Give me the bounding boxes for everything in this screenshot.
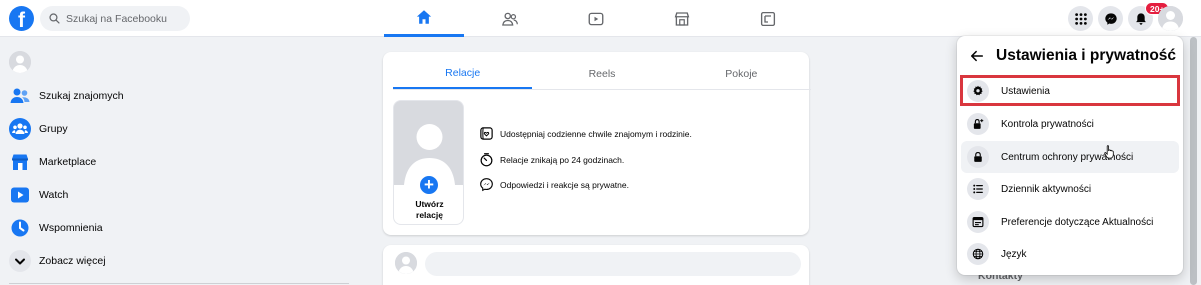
hand-cursor-icon xyxy=(1104,145,1114,159)
marketplace-icon xyxy=(674,11,690,26)
friends-icon xyxy=(9,85,31,107)
timer-icon xyxy=(480,153,493,167)
feature-text: Relacje znikają po 24 godzinach. xyxy=(500,154,625,165)
nav-tab-gaming[interactable] xyxy=(728,0,808,37)
stories-tabs: Relacje Reels Pokoje xyxy=(393,58,811,90)
messenger-icon xyxy=(480,178,493,192)
sidebar-item-label: Marketplace xyxy=(39,156,97,168)
account-avatar[interactable] xyxy=(1158,6,1183,31)
create-story-label: Utwórz relację xyxy=(415,199,444,220)
left-sidebar: Szukaj znajomych Grupy Marketplace Watch… xyxy=(0,37,380,285)
story-placeholder-image xyxy=(394,101,463,185)
sidebar-item-watch[interactable]: Watch xyxy=(9,181,68,209)
story-feature-2: Relacje znikają po 24 godzinach. xyxy=(479,152,624,167)
story-feature-3: Odpowiedzi i reakcje są prywatne. xyxy=(479,177,629,192)
menu-item-privacy-checkup[interactable]: Kontrola prywatności xyxy=(961,108,1179,140)
sidebar-item-groups[interactable]: Grupy xyxy=(9,115,68,143)
top-navigation-bar: f 20+ xyxy=(0,0,1201,37)
profile-avatar[interactable] xyxy=(9,51,31,73)
messenger-button[interactable] xyxy=(1098,6,1123,31)
sidebar-item-see-more[interactable]: Zobacz więcej xyxy=(9,247,106,275)
list-icon xyxy=(967,178,989,200)
scrollbar-thumb[interactable] xyxy=(1190,37,1197,285)
feed-icon xyxy=(967,211,989,233)
marketplace-icon xyxy=(9,151,31,173)
story-feature-1: Udostępniaj codzienne chwile znajomym i … xyxy=(479,126,692,141)
menu-button[interactable] xyxy=(1068,6,1093,31)
messenger-icon xyxy=(1104,12,1117,25)
sidebar-item-label: Grupy xyxy=(39,123,68,135)
create-story-card[interactable]: + Utwórz relację xyxy=(393,100,464,225)
search-input[interactable] xyxy=(66,12,186,25)
menu-item-language[interactable]: Język xyxy=(961,238,1179,270)
add-story-button[interactable]: + xyxy=(418,174,440,196)
home-icon xyxy=(416,10,432,24)
search-icon xyxy=(49,13,60,24)
menu-item-label: Dziennik aktywności xyxy=(1001,183,1092,195)
tab-reels[interactable]: Reels xyxy=(532,58,671,89)
sidebar-item-label: Szukaj znajomych xyxy=(39,90,124,102)
sidebar-item-label: Watch xyxy=(39,189,69,201)
bell-icon xyxy=(1135,12,1146,25)
nav-tab-home[interactable] xyxy=(384,0,464,37)
tab-rooms[interactable]: Pokoje xyxy=(672,58,811,89)
back-arrow-icon xyxy=(970,50,984,62)
back-button[interactable] xyxy=(969,48,985,64)
facebook-logo[interactable]: f xyxy=(9,6,34,31)
menu-item-feed-preferences[interactable]: Preferencje dotyczące Aktualności xyxy=(961,206,1179,238)
menu-item-label: Kontrola prywatności xyxy=(1001,118,1094,130)
search-box[interactable] xyxy=(40,6,190,31)
sidebar-item-label: Wspomnienia xyxy=(39,222,103,234)
watch-icon xyxy=(9,184,31,206)
globe-icon xyxy=(967,243,989,265)
menu-item-label: Preferencje dotyczące Aktualności xyxy=(1001,216,1154,228)
menu-item-activity-log[interactable]: Dziennik aktywności xyxy=(961,173,1179,205)
sidebar-item-friends[interactable]: Szukaj znajomych xyxy=(9,82,124,110)
sidebar-item-memories[interactable]: Wspomnienia xyxy=(9,214,103,242)
friends-icon xyxy=(502,12,518,26)
nav-tab-friends[interactable] xyxy=(470,0,550,37)
sidebar-item-marketplace[interactable]: Marketplace xyxy=(9,148,96,176)
watch-icon xyxy=(588,12,604,25)
tab-stories[interactable]: Relacje xyxy=(393,58,533,89)
story-icon xyxy=(480,127,493,140)
memories-icon xyxy=(9,217,31,239)
feature-text: Odpowiedzi i reakcje są prywatne. xyxy=(500,179,629,190)
nav-tab-marketplace[interactable] xyxy=(642,0,722,37)
menu-title: Ustawienia i prywatność xyxy=(996,47,1177,64)
sidebar-divider xyxy=(9,283,349,284)
groups-icon xyxy=(9,118,31,140)
settings-privacy-menu: Ustawienia i prywatność Ustawienia Kontr… xyxy=(957,36,1183,275)
avatar xyxy=(1158,6,1183,31)
menu-item-privacy-center[interactable]: Centrum ochrony prywatności xyxy=(961,141,1179,173)
highlight-box xyxy=(960,75,1180,106)
grid-menu-icon xyxy=(1074,12,1087,25)
feature-text: Udostępniaj codzienne chwile znajomym i … xyxy=(500,128,692,139)
chevron-down-icon xyxy=(9,250,31,272)
post-composer-card xyxy=(383,245,809,285)
post-composer-input[interactable] xyxy=(425,252,801,276)
nav-tab-watch[interactable] xyxy=(556,0,636,37)
page-scrollbar[interactable] xyxy=(1186,37,1201,285)
lock-plus-icon xyxy=(967,113,989,135)
menu-item-label: Język xyxy=(1001,248,1027,260)
lock-icon xyxy=(967,146,989,168)
sidebar-item-label: Zobacz więcej xyxy=(39,255,106,267)
gaming-icon xyxy=(760,11,776,26)
avatar xyxy=(395,252,417,274)
avatar xyxy=(9,51,31,73)
stories-card: Relacje Reels Pokoje + Utwórz relację Ud… xyxy=(383,52,811,235)
